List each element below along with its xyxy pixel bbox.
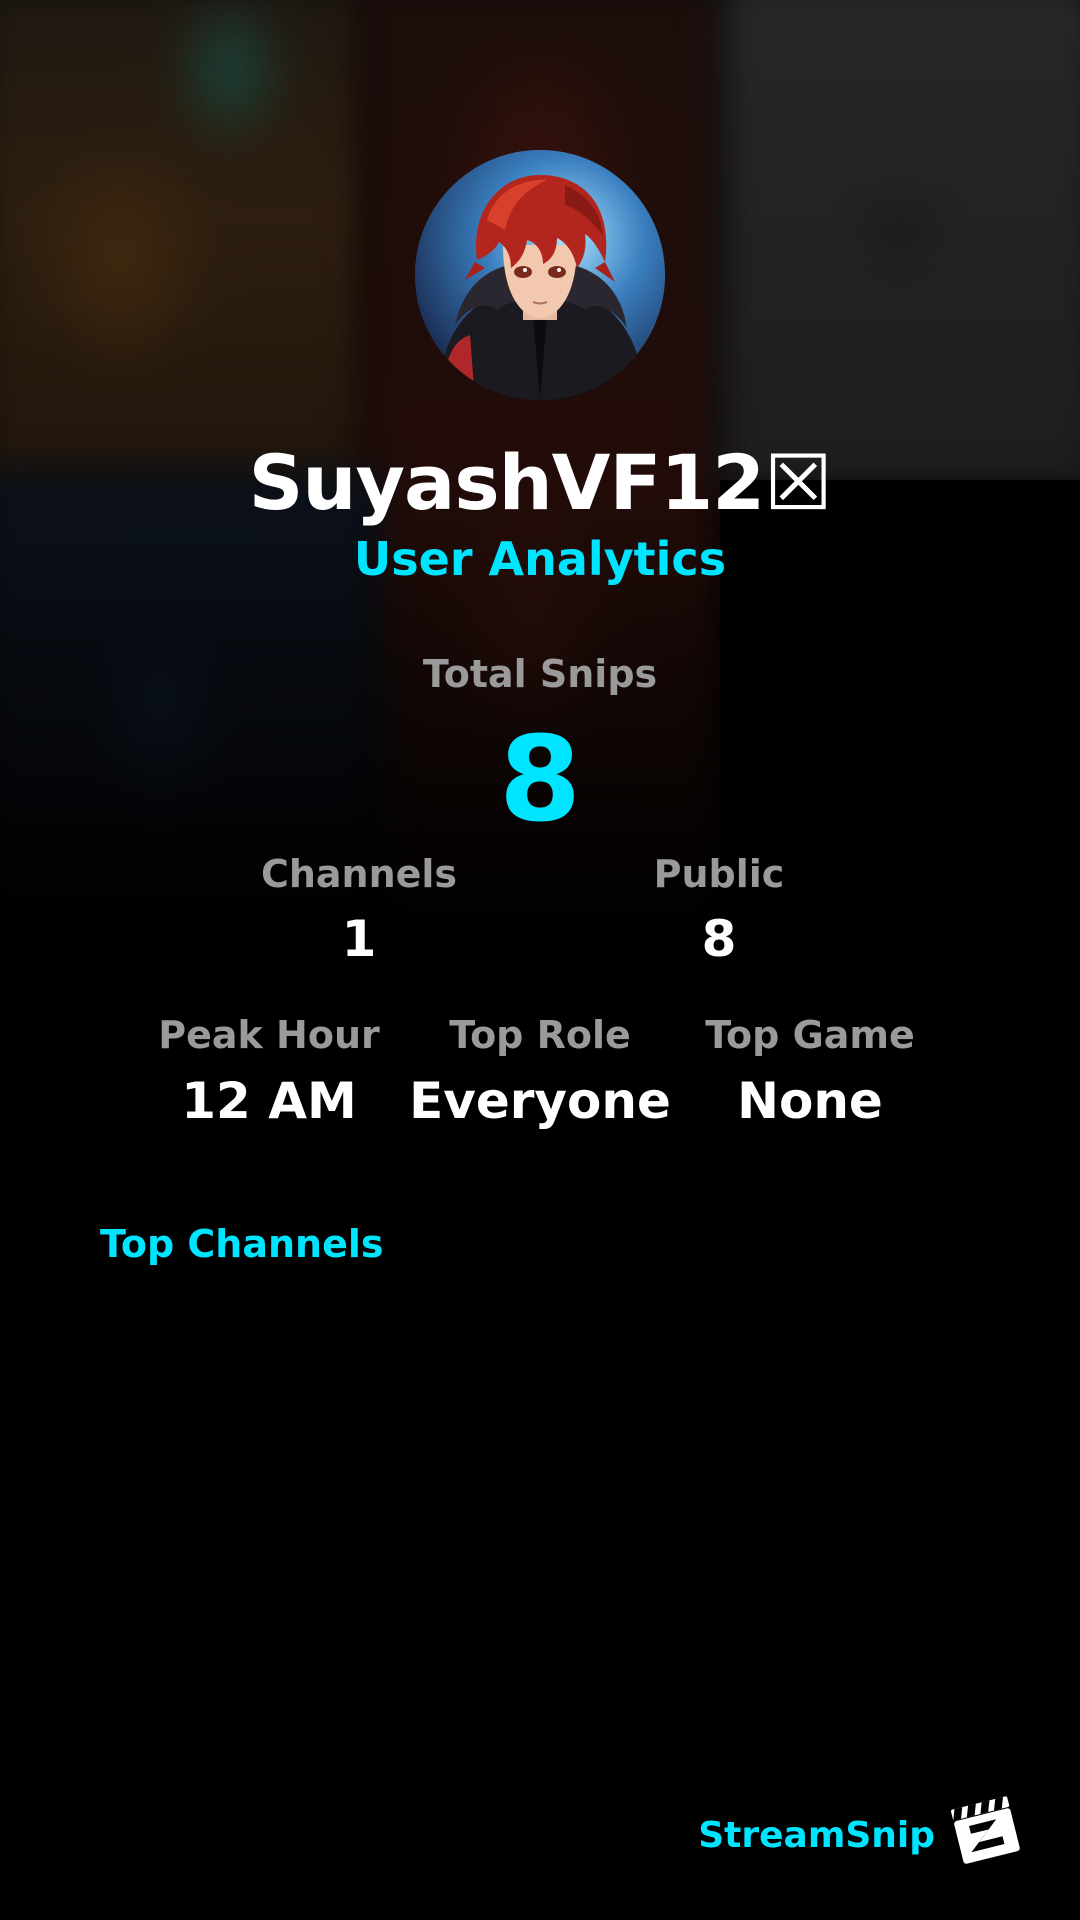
top-role-value: Everyone [409,1072,671,1130]
public-label: Public [653,852,785,896]
username: SuyashVF12☒ [248,438,833,527]
anime-avatar-icon [415,150,665,400]
page-subtitle: User Analytics [353,532,727,586]
total-snips-value: 8 [498,710,582,848]
peak-hour-label: Peak Hour [158,1013,380,1057]
analytics-screen: SuyashVF12☒ User Analytics Total Snips 8… [0,0,1080,1920]
top-role-label: Top Role [449,1013,631,1057]
brand-logo [948,1790,1024,1866]
total-snips-label: Total Snips [422,652,658,696]
avatar [415,150,665,400]
top-game-label: Top Game [705,1013,915,1057]
top-channels-heading: Top Channels [100,1222,384,1266]
public-value: 8 [701,910,737,968]
brand-name: StreamSnip [698,1815,935,1856]
peak-hour-value: 12 AM [181,1072,357,1130]
channels-value: 1 [341,910,377,968]
channels-label: Channels [260,852,458,896]
clapperboard-icon [951,1796,1020,1864]
top-game-value: None [737,1072,883,1130]
